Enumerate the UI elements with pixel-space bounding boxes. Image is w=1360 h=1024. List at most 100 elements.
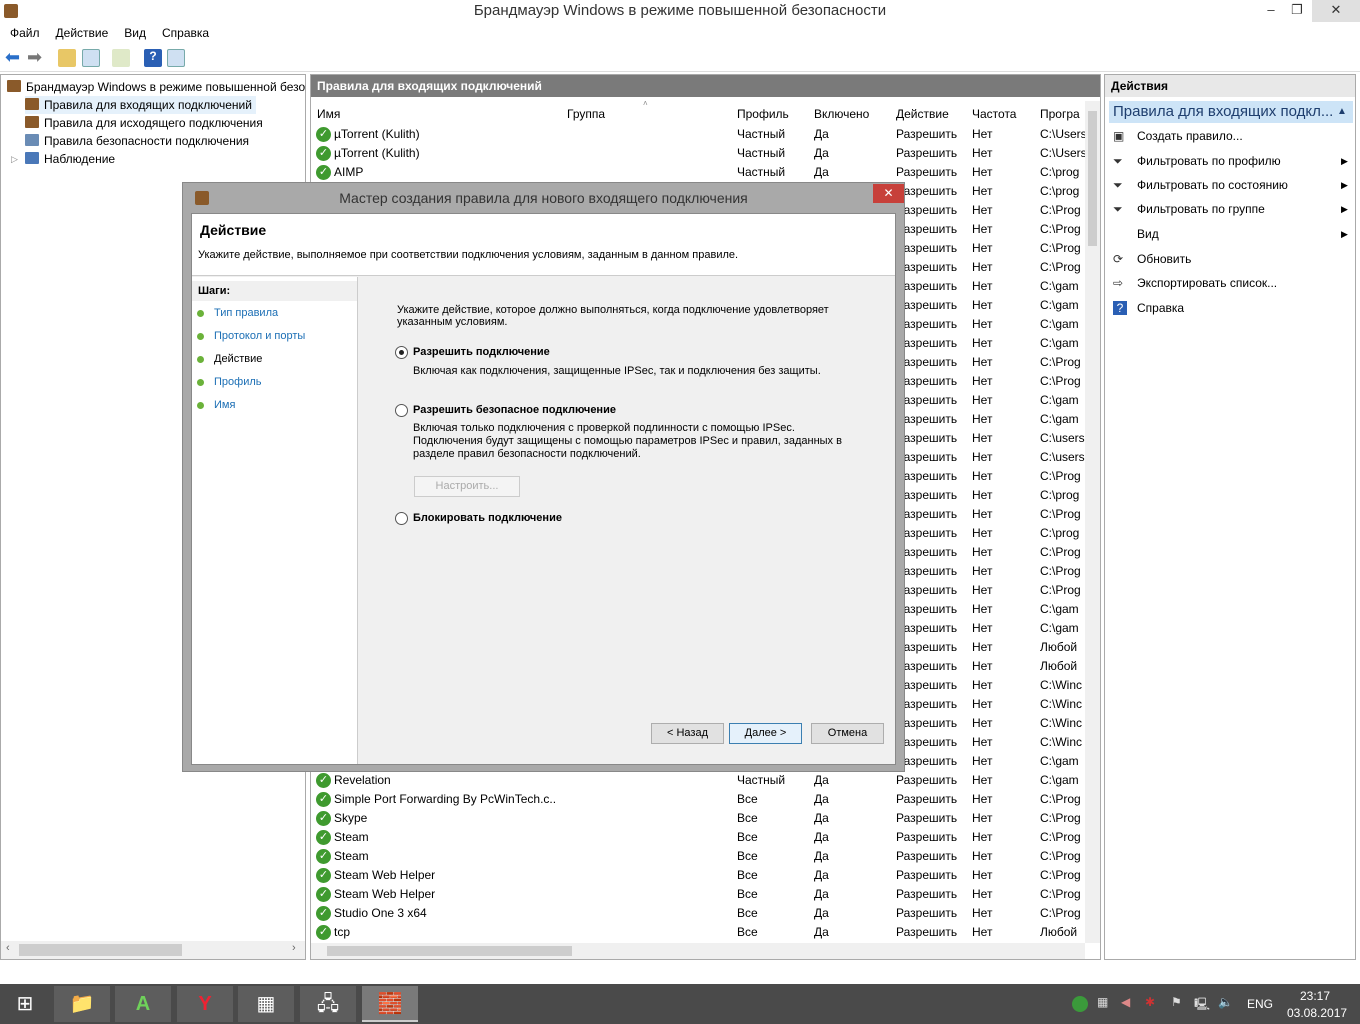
action-center-flag-icon[interactable]: ⚑ [1171,995,1182,1009]
tree-item-connection-security[interactable]: Правила безопасности подключения [25,132,249,150]
table-row[interactable]: ✓ AIMP Частный Да Разрешить Нет C:\prog [311,163,1086,182]
scrollbar-thumb[interactable] [1088,111,1097,246]
expand-chevron-icon[interactable]: ▷ [11,150,18,168]
wizard-step[interactable]: Протокол и порты [197,330,305,342]
actions-section-header[interactable]: Правила для входящих подкл... ▲ [1109,101,1353,123]
menu-action[interactable]: Действие [48,22,117,44]
control-panel-taskbar-icon[interactable]: ▦ [238,986,294,1022]
cell-program: C:\users [1040,431,1085,445]
cell-program: C:\Prog [1040,830,1081,844]
scroll-right-icon[interactable]: › [292,942,296,954]
action-label: Справка [1137,301,1185,315]
collapse-icon[interactable]: ▲ [1337,101,1347,123]
clock-date[interactable]: 03.08.2017 [1287,1006,1347,1020]
menu-view[interactable]: Вид [116,22,154,44]
table-row[interactable]: ✓ Revelation Частный Да Разрешить Нет C:\gam [311,771,1086,790]
option-allow[interactable]: Разрешить подключение [395,346,550,359]
calendar-tray-icon[interactable]: ▦ [1097,995,1108,1009]
option-allow-secure[interactable]: Разрешить безопасное подключение [395,404,616,417]
menu-help[interactable]: Справка [154,22,217,44]
network-taskbar-icon[interactable]: 🖧 [300,986,356,1022]
table-row[interactable]: ✓ Steam Web Helper Все Да Разрешить Нет C:\Pro… [311,866,1086,885]
cell-program: C:\Prog [1040,374,1081,388]
network-tray-icon[interactable]: 🖳 [1194,995,1210,1016]
column-header[interactable]: Профиль [737,105,807,123]
restore-button[interactable]: ❐ [1284,0,1310,22]
option-block[interactable]: Блокировать подключение [395,512,562,525]
up-folder-icon[interactable] [58,49,76,67]
scrollbar-thumb[interactable] [327,946,572,956]
next-button[interactable]: Далее > [729,723,802,744]
action-0[interactable]: ▣ Создать правило... [1113,125,1243,147]
tree-root[interactable]: Брандмауэр Windows в режиме повышенной б… [7,78,305,96]
action-4[interactable]: Вид ▶ [1137,223,1348,245]
cell-program: C:\Prog [1040,868,1081,882]
cell-action: Разрешить [896,526,958,540]
column-header[interactable]: Частота [972,105,1032,123]
help-icon[interactable]: ? [144,49,162,67]
wizard-step[interactable]: Имя [197,399,235,411]
tree-horizontal-scrollbar[interactable]: ‹ › [1,941,305,959]
tree-item-monitoring[interactable]: ▷ Наблюдение [11,150,115,168]
column-header[interactable]: Програ [1040,105,1088,123]
volume-tray-icon[interactable]: 🔈 [1218,995,1233,1009]
yandex-browser-taskbar-icon[interactable]: Y [177,986,233,1022]
cell-action: Разрешить [896,849,958,863]
table-row[interactable]: ✓ Skype Все Да Разрешить Нет C:\Prog [311,809,1086,828]
column-header[interactable]: Имя [317,105,557,123]
allow-secure-radio[interactable] [395,404,408,417]
explorer-taskbar-icon[interactable]: 📁 [54,986,110,1022]
action-7[interactable]: ? Справка [1113,297,1185,319]
table-row[interactable]: ✓ tcp Все Да Разрешить Нет Любой [311,923,1086,942]
utorrent-tray-icon[interactable] [1072,996,1088,1012]
cancel-button[interactable]: Отмена [811,723,884,744]
horizontal-scrollbar[interactable] [311,943,1085,959]
export-icon[interactable] [112,49,130,67]
cell-action: Разрешить [896,830,958,844]
clock-time[interactable]: 23:17 [1300,989,1330,1003]
wizard-step[interactable]: Профиль [197,376,262,388]
table-row[interactable]: ✓ Simple Port Forwarding By PcWinTech.c..… [311,790,1086,809]
minimize-button[interactable]: ‒ [1258,0,1284,22]
wizard-step[interactable]: Тип правила [197,307,278,319]
table-row[interactable]: ✓ µTorrent (Kulith) Частный Да Разрешить Нет C… [311,125,1087,144]
scrollbar-thumb[interactable] [19,944,182,956]
action-3[interactable]: ⏷ Фильтровать по группе ▶ [1113,198,1348,220]
show-hide-tree-icon[interactable] [82,49,100,67]
menu-file[interactable]: Файл [0,22,48,44]
wizard-step[interactable]: Действие [192,349,357,370]
vertical-scrollbar[interactable] [1085,101,1100,943]
language-indicator[interactable]: ENG [1247,997,1273,1011]
action-2[interactable]: ⏷ Фильтровать по состоянию ▶ [1113,174,1348,196]
step-complete-icon [197,310,204,317]
start-button[interactable]: ⊞ [0,986,50,1022]
close-button[interactable]: ✕ [1312,0,1360,22]
action-pane-icon[interactable] [167,49,185,67]
action-5[interactable]: ⟳ Обновить [1113,248,1191,270]
back-button[interactable]: < Назад [651,723,724,744]
column-header[interactable]: Действие [896,105,966,123]
block-radio[interactable] [395,512,408,525]
cell-frequency: Нет [972,830,993,844]
error-tray-icon[interactable]: ✱ [1145,995,1155,1009]
forward-arrow-icon[interactable]: ➡ [27,48,45,67]
tree-item-outbound[interactable]: Правила для исходящего подключения [25,114,263,132]
scroll-left-icon[interactable]: ‹ [6,942,10,954]
firewall-taskbar-icon[interactable]: 🧱 [362,986,418,1022]
table-row[interactable]: ✓ Steam Все Да Разрешить Нет C:\Prog [311,847,1086,866]
speaker-muted-tray-icon[interactable]: ◀ [1121,995,1130,1009]
dialog-close-button[interactable]: ✕ [873,184,904,203]
app-a-taskbar-icon[interactable]: A [115,986,171,1022]
action-1[interactable]: ⏷ Фильтровать по профилю ▶ [1113,150,1348,172]
table-row[interactable]: ✓ Steam Web Helper Все Да Разрешить Нет C:\Pro… [311,885,1086,904]
column-header[interactable]: Включено [814,105,889,123]
cell-action: Разрешить [896,583,958,597]
tree-item-inbound[interactable]: Правила для входящих подключений [25,96,256,114]
allow-radio[interactable] [395,346,408,359]
table-row[interactable]: ✓ Studio One 3 x64 Все Да Разрешить Нет C:\Pro… [311,904,1086,923]
table-row[interactable]: ✓ µTorrent (Kulith) Частный Да Разрешить Нет C… [311,144,1087,163]
table-row[interactable]: ✓ Steam Все Да Разрешить Нет C:\Prog [311,828,1086,847]
customize-button[interactable]: Настроить... [414,476,520,497]
action-6[interactable]: ⇨ Экспортировать список... [1113,272,1277,294]
back-arrow-icon[interactable]: ⬅ [5,48,23,67]
